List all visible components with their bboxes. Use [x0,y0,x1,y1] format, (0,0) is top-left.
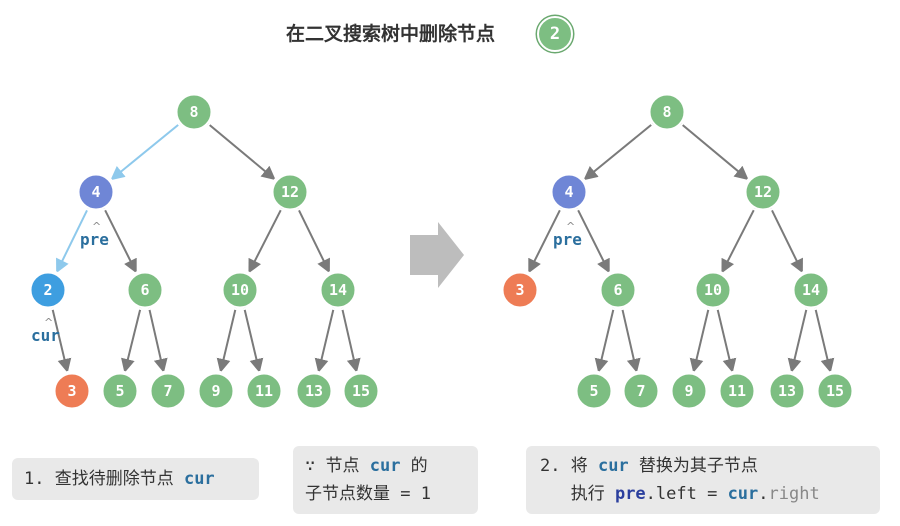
node-label: 10 [704,281,722,299]
step2-cur-2: cur [727,484,759,504]
node-label: 11 [255,382,273,400]
tree-node-r3: 3 [499,269,541,311]
tree-node-l2: 2 [27,269,69,311]
left-pre-pointer: pre [80,230,109,249]
node-label: 7 [163,382,172,400]
node-label: 11 [728,382,746,400]
node-label: 4 [91,183,100,201]
diagram-stage: 在二叉搜索树中删除节点 2 8 4 12 2 6 10 14 3 5 7 9 11 13 15 8 4 12 3 6… [0,0,900,526]
edge-r6-r5 [594,307,615,373]
edge-l12-l10 [248,207,283,274]
note-cur: cur [369,456,401,476]
right-pre-pointer: pre [553,230,582,249]
node-label: 10 [231,281,249,299]
node-label: 5 [589,382,598,400]
tree-node-l9: 9 [195,370,237,412]
node-label: 6 [140,281,149,299]
note-line2: 子节点数量 = 1 [305,484,431,504]
edge-r10-r9 [689,307,710,373]
node-label: 13 [778,382,796,400]
tree-node-r7: 7 [620,370,662,412]
left-cur-pointer: cur [31,326,60,345]
edge-r12-r10 [721,207,756,274]
edge-l12-l14 [297,207,331,274]
tree-node-r8: 8 [646,91,688,133]
node-label: 3 [515,281,524,299]
edge-r14-r15 [814,307,835,373]
step2-dot: . [758,484,769,504]
note-line1-suffix: 的 [400,456,428,476]
edge-l14-l15 [341,307,361,373]
step2-line1-suffix: 替换为其子节点 [628,456,758,476]
tree-node-r15: 15 [814,370,856,412]
tree-node-l15: 15 [340,370,382,412]
node-label: 8 [189,103,198,121]
step2-line1-prefix: 2. 将 [540,456,598,476]
edge-r8-r4 [583,122,654,181]
tree-node-l3: 3 [51,370,93,412]
edge-r10-r11 [716,307,737,373]
edge-l10-l11 [243,307,264,373]
edge-l10-l9 [216,307,237,373]
node-label: 2 [43,281,52,299]
edge-l6-l7 [148,307,168,373]
node-label: 12 [754,183,772,201]
step2-pre: pre [614,484,646,504]
node-label: 6 [613,281,622,299]
edge-r12-r14 [770,207,804,274]
tree-node-l5: 5 [99,370,141,412]
node-label: 13 [305,382,323,400]
step2-line2-prefix: 执行 [540,484,615,504]
edge-l14-l13 [314,307,335,373]
tree-node-r14: 14 [790,269,832,311]
tree-node-l4: 4 [75,171,117,213]
tree-node-l11: 11 [243,370,285,412]
tree-node-l14: 14 [317,269,359,311]
node-label: 14 [802,281,820,299]
tree-node-l7: 7 [147,370,189,412]
node-label: 4 [564,183,573,201]
step1-box: 1. 查找待删除节点 cur [12,458,259,500]
step2-cur: cur [597,456,629,476]
step2-box: 2. 将 cur 替换为其子节点 执行 pre.left = cur.right [526,446,880,514]
tree-node-r4: 4 [548,171,590,213]
edge-l6-l5 [121,307,142,373]
note-line1-prefix: ∵ 节点 [305,456,370,476]
node-label: 12 [281,183,299,201]
node-label: 14 [329,281,347,299]
tree-node-l10: 10 [219,269,261,311]
tree-node-l6: 6 [124,269,166,311]
edge-r14-r13 [787,307,808,373]
node-label: 15 [826,382,844,400]
node-label: 5 [115,382,124,400]
step2-right: right [768,484,820,504]
tree-node-r12: 12 [742,171,784,213]
edge-r6-r7 [621,307,641,373]
tree-node-r11: 11 [716,370,758,412]
node-label: 9 [684,382,693,400]
edge-l8-l12 [207,122,276,181]
tree-node-r5: 5 [573,370,615,412]
step1-text: 1. 查找待删除节点 [24,469,184,489]
step2-dot-left: .left = [645,484,728,504]
transition-arrow-icon [410,222,464,288]
tree-node-l12: 12 [269,171,311,213]
tree-node-l8: 8 [173,91,215,133]
tree-node-r9: 9 [668,370,710,412]
step1-cur: cur [183,469,215,489]
tree-node-r10: 10 [692,269,734,311]
tree-node-r13: 13 [766,370,808,412]
edge-l8-l4 [110,122,181,181]
node-label: 15 [352,382,370,400]
node-label: 8 [662,103,671,121]
tree-node-r6: 6 [597,269,639,311]
node-label: 3 [67,382,76,400]
tree-node-l13: 13 [293,370,335,412]
node-label: 9 [211,382,220,400]
note-box: ∵ 节点 cur 的 子节点数量 = 1 [293,446,478,514]
edge-r8-r12 [680,122,749,181]
node-label: 7 [636,382,645,400]
